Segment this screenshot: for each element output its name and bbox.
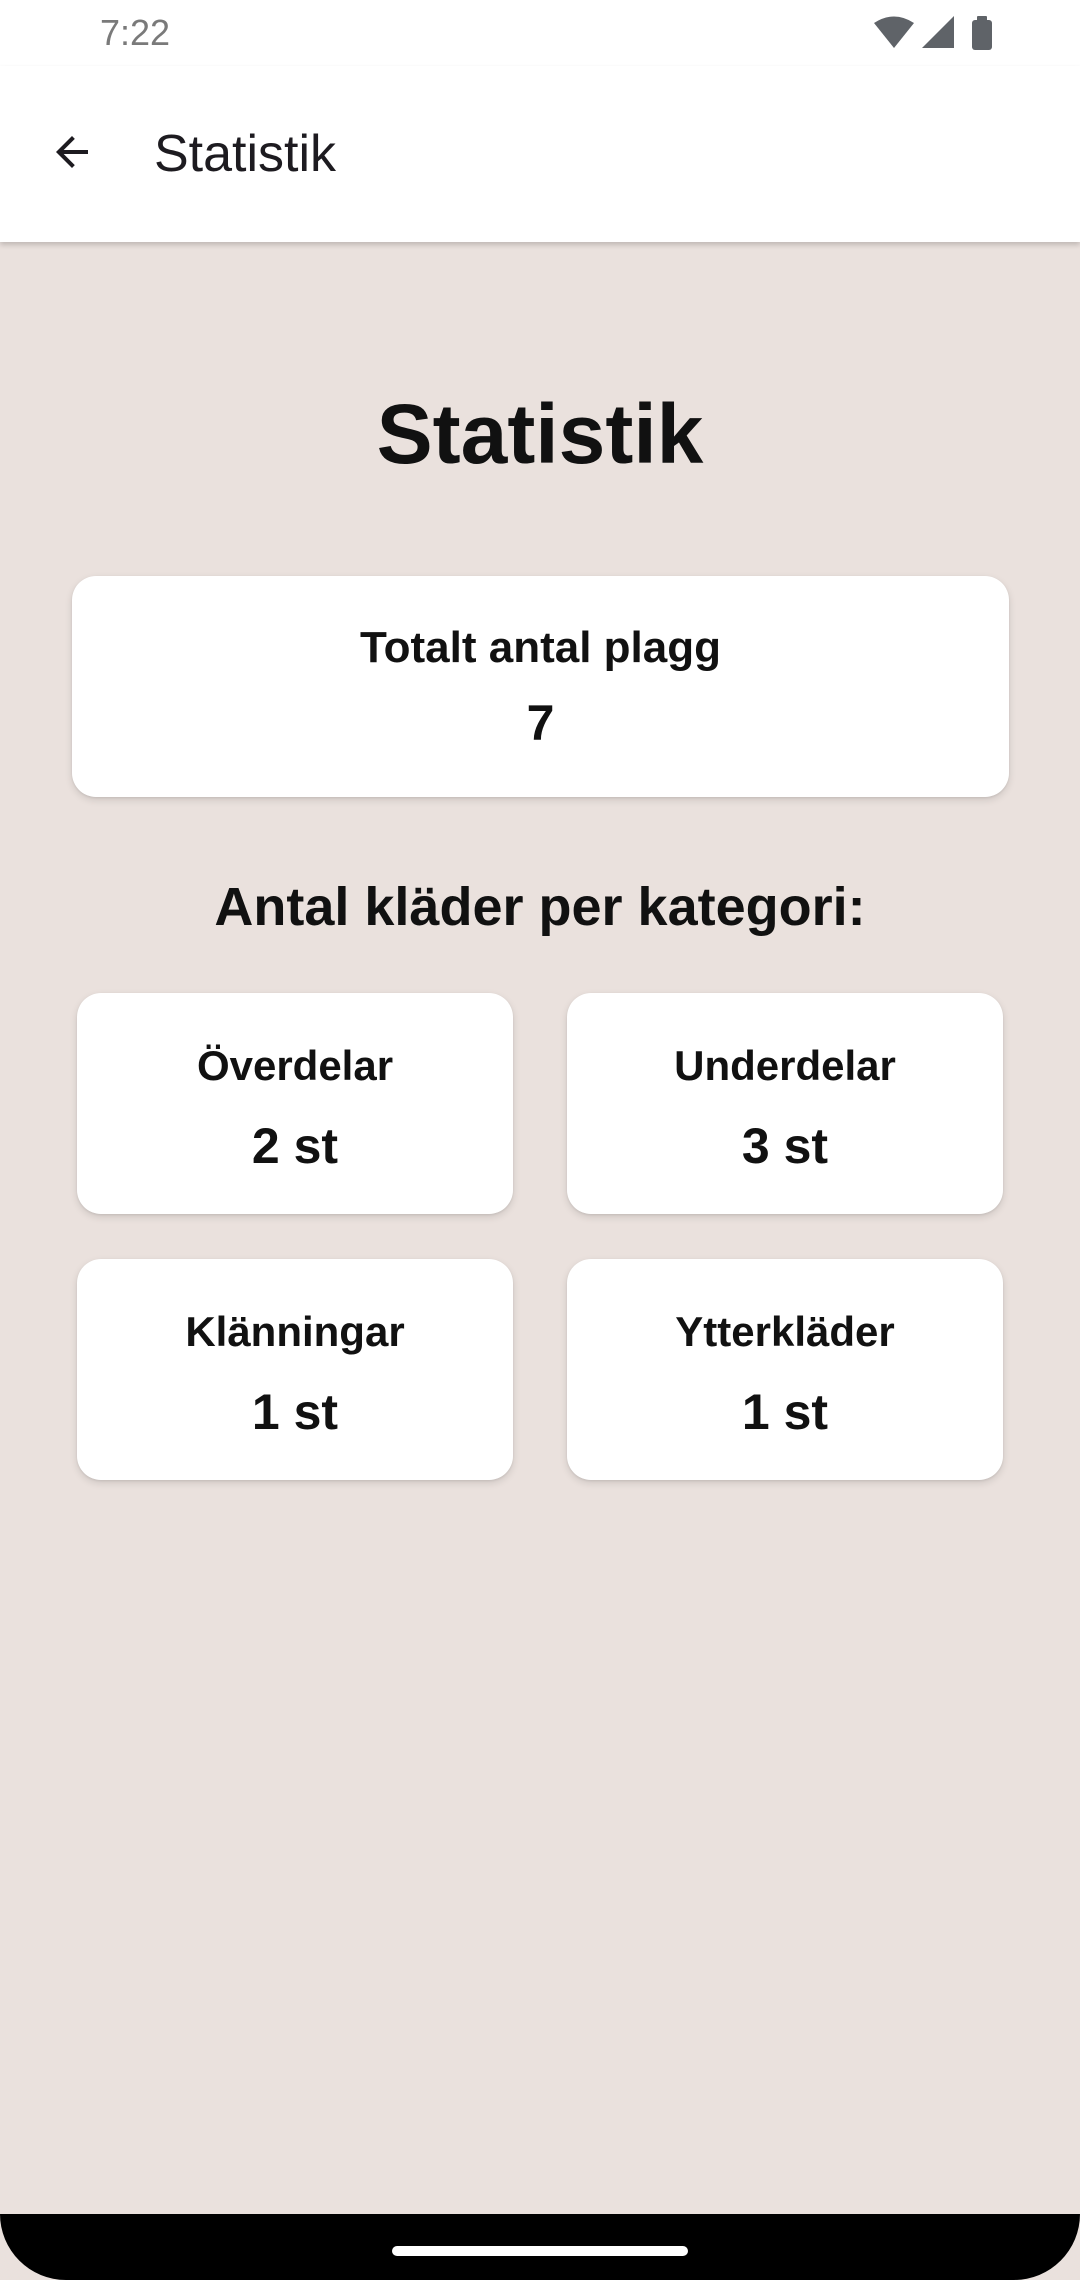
page-title: Statistik <box>376 387 704 481</box>
status-icons <box>874 14 1004 54</box>
battery-icon <box>972 16 992 50</box>
category-card-dresses: Klänningar 1 st <box>77 1259 513 1480</box>
wifi-icon <box>874 16 914 48</box>
category-label: Underdelar <box>674 1042 896 1089</box>
arrow-back-icon <box>56 136 88 168</box>
category-label: Klänningar <box>185 1308 405 1355</box>
app-bar: Statistik <box>0 66 1080 242</box>
category-card-outerwear: Ytterkläder 1 st <box>567 1259 1003 1480</box>
total-items-value: 7 <box>526 695 555 751</box>
status-time: 7:22 <box>100 12 171 53</box>
category-label: Överdelar <box>196 1042 394 1089</box>
category-count: 1 st <box>741 1384 829 1440</box>
category-section-heading: Antal kläder per kategori: <box>214 877 866 937</box>
total-items-label: Totalt antal plagg <box>360 623 721 672</box>
back-button[interactable] <box>30 110 114 194</box>
total-items-card: Totalt antal plagg 7 <box>72 576 1009 797</box>
cellular-signal-icon <box>922 16 954 48</box>
category-card-tops: Överdelar 2 st <box>77 993 513 1214</box>
category-card-bottoms: Underdelar 3 st <box>567 993 1003 1214</box>
home-gesture-handle[interactable] <box>392 2246 688 2256</box>
status-bar: 7:22 <box>0 0 1080 66</box>
app-bar-title: Statistik <box>154 125 337 183</box>
category-count: 1 st <box>251 1384 339 1440</box>
category-label: Ytterkläder <box>675 1308 895 1355</box>
category-count: 3 st <box>741 1118 829 1174</box>
category-count: 2 st <box>251 1118 339 1174</box>
